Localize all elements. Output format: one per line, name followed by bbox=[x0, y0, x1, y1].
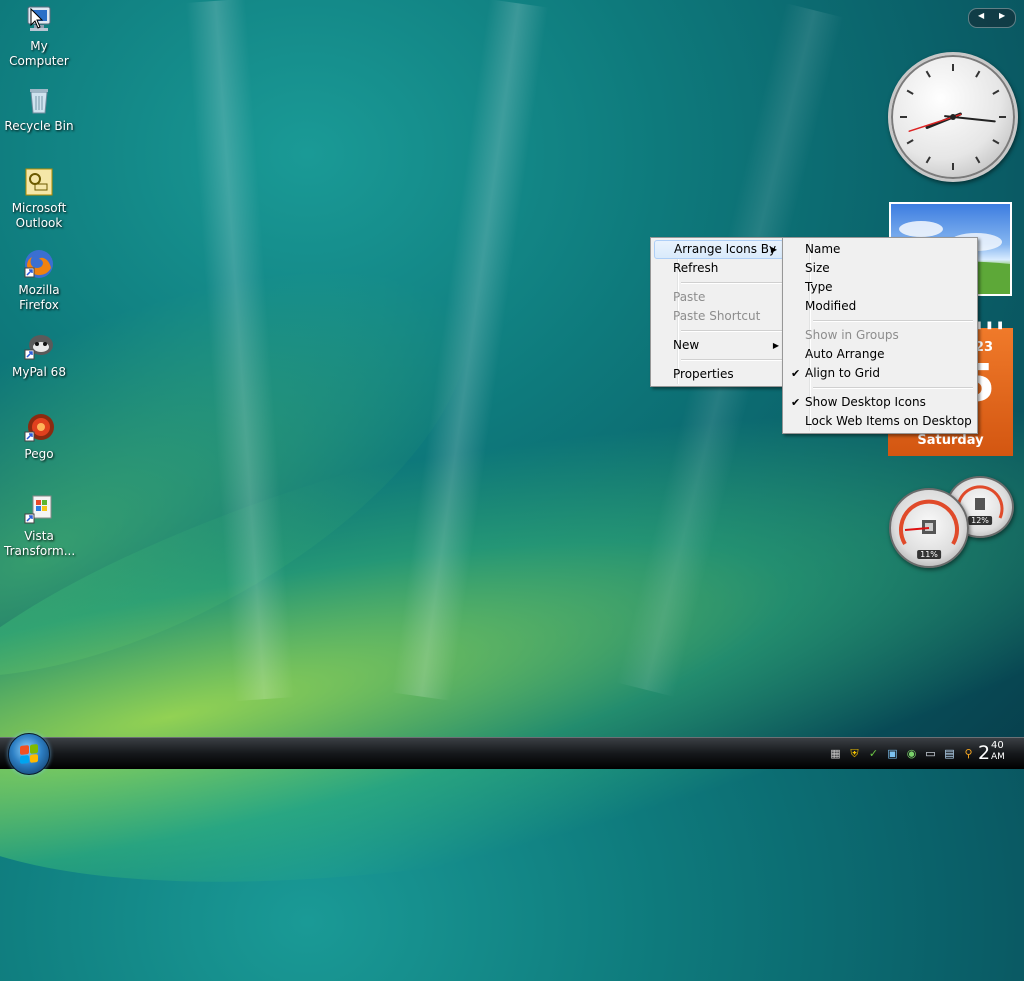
clock-tick bbox=[975, 70, 981, 78]
menu-item-label: Auto Arrange bbox=[805, 347, 885, 361]
menu-item-label: New bbox=[673, 338, 700, 352]
menu-separator bbox=[681, 330, 783, 332]
outlook-icon bbox=[23, 166, 55, 198]
menu-item-label: Type bbox=[805, 280, 833, 294]
menu-item-label: Paste bbox=[673, 290, 706, 304]
menu-item-label: Refresh bbox=[673, 261, 719, 275]
menu-item-paste-shortcut: Paste Shortcut bbox=[653, 307, 785, 326]
menu-item-paste: Paste bbox=[653, 288, 785, 307]
calendar-rings: ▮ ▮ ▮ bbox=[976, 320, 1004, 331]
desktop-icon-label: Microsoft Outlook bbox=[11, 201, 67, 230]
clock-tick bbox=[975, 156, 981, 164]
desktop-icon-label: Pego bbox=[24, 447, 54, 461]
recycle-bin-icon bbox=[23, 84, 55, 116]
arrange-icons-submenu: Name Size Type Modified Show in Groups A… bbox=[782, 237, 978, 434]
menu-item-label: Paste Shortcut bbox=[673, 309, 761, 323]
submenu-item-auto-arrange[interactable]: Auto Arrange bbox=[785, 345, 975, 364]
submenu-item-size[interactable]: Size bbox=[785, 259, 975, 278]
menu-item-refresh[interactable]: Refresh bbox=[653, 259, 785, 278]
taskbar-clock[interactable]: 2 40 AM bbox=[978, 741, 1005, 765]
network-icon[interactable]: ▣ bbox=[885, 746, 900, 761]
firefox-icon bbox=[23, 248, 55, 280]
cpu-percent: 11% bbox=[917, 550, 941, 559]
memory-percent: 12% bbox=[968, 516, 992, 525]
submenu-item-modified[interactable]: Modified bbox=[785, 297, 975, 316]
menu-item-label: Modified bbox=[805, 299, 857, 313]
calendar-weekday: Saturday bbox=[917, 433, 984, 448]
menu-item-properties[interactable]: Properties bbox=[653, 365, 785, 384]
submenu-item-show-in-groups: Show in Groups bbox=[785, 326, 975, 345]
submenu-arrow-icon: ▶ bbox=[770, 245, 777, 254]
clock-hour: 2 bbox=[978, 742, 991, 764]
clock-gadget[interactable] bbox=[888, 52, 1018, 182]
clock-tick bbox=[992, 89, 1000, 95]
menu-item-new[interactable]: New ▶ bbox=[653, 336, 785, 355]
sidebar-navigation[interactable]: ◀ ▶ bbox=[968, 8, 1016, 28]
submenu-item-name[interactable]: Name bbox=[785, 240, 975, 259]
update-icon[interactable]: ✓ bbox=[866, 746, 881, 761]
desktop-icon-label: MyPal 68 bbox=[12, 365, 66, 379]
show-hidden-icon[interactable]: ▦ bbox=[828, 746, 843, 761]
desktop-icon-label: My Computer bbox=[9, 39, 69, 68]
volume-icon[interactable]: ▤ bbox=[942, 746, 957, 761]
desktop-icon-label: Recycle Bin bbox=[4, 119, 74, 133]
menu-item-label: Arrange Icons By bbox=[674, 242, 777, 256]
desktop-icon-label: Mozilla Firefox bbox=[18, 283, 60, 312]
menu-item-label: Properties bbox=[673, 367, 734, 381]
desktop-icon-pego[interactable]: Pego bbox=[0, 412, 78, 462]
clock-center bbox=[950, 114, 956, 120]
cpu-meter[interactable]: 11% bbox=[889, 488, 969, 568]
menu-separator bbox=[681, 282, 783, 284]
clock-tick bbox=[992, 139, 1000, 145]
menu-item-label: Show Desktop Icons bbox=[805, 395, 926, 409]
clock-tick bbox=[906, 139, 914, 145]
system-tray: ▦ ⛨ ✓ ▣ ◉ ▭ ▤ ⚲ bbox=[828, 741, 976, 765]
menu-item-label: Lock Web Items on Desktop bbox=[805, 414, 972, 428]
submenu-item-lock-web-items[interactable]: Lock Web Items on Desktop bbox=[785, 412, 975, 431]
clock-face bbox=[900, 64, 1006, 170]
desktop-icon-microsoft-outlook[interactable]: Microsoft Outlook bbox=[0, 166, 78, 231]
mypal-icon bbox=[23, 330, 55, 362]
menu-separator bbox=[681, 359, 783, 361]
security-shield-icon[interactable]: ⛨ bbox=[847, 746, 862, 761]
checkmark-icon: ✔ bbox=[791, 367, 801, 380]
menu-item-label: Show in Groups bbox=[805, 328, 899, 342]
windows-logo-icon bbox=[20, 744, 38, 764]
desktop-icon-label: Vista Transform... bbox=[4, 529, 76, 558]
submenu-item-type[interactable]: Type bbox=[785, 278, 975, 297]
submenu-item-align-to-grid[interactable]: ✔ Align to Grid bbox=[785, 364, 975, 383]
clock-tick bbox=[925, 70, 931, 78]
sidebar-prev-icon[interactable]: ◀ bbox=[978, 11, 984, 20]
submenu-item-show-desktop-icons[interactable]: ✔ Show Desktop Icons bbox=[785, 393, 975, 412]
start-button[interactable] bbox=[8, 733, 50, 775]
clock-minute: 40 bbox=[991, 740, 1004, 751]
pego-icon bbox=[23, 412, 55, 444]
clock-tick bbox=[906, 89, 914, 95]
menu-item-label: Size bbox=[805, 261, 830, 275]
menu-item-label: Name bbox=[805, 242, 841, 256]
display-icon[interactable]: ▭ bbox=[923, 746, 938, 761]
sync-icon[interactable]: ◉ bbox=[904, 746, 919, 761]
checkmark-icon: ✔ bbox=[791, 396, 801, 409]
desktop-icon-mypal-68[interactable]: MyPal 68 bbox=[0, 330, 78, 380]
sidebar-next-icon[interactable]: ▶ bbox=[999, 11, 1005, 20]
desktop-icon-mozilla-firefox[interactable]: Mozilla Firefox bbox=[0, 248, 78, 313]
desktop-icon-vista-transform[interactable]: Vista Transform... bbox=[0, 494, 78, 559]
menu-separator bbox=[813, 320, 973, 322]
desktop-context-menu: Arrange Icons By ▶ Refresh Paste Paste S… bbox=[650, 237, 788, 387]
menu-separator bbox=[813, 387, 973, 389]
search-icon[interactable]: ⚲ bbox=[961, 746, 976, 761]
vista-transform-icon bbox=[23, 494, 55, 526]
desktop-icon-recycle-bin[interactable]: Recycle Bin bbox=[0, 84, 78, 134]
menu-item-arrange-icons-by[interactable]: Arrange Icons By ▶ bbox=[654, 240, 784, 259]
mouse-cursor-icon bbox=[30, 7, 44, 33]
menu-item-label: Align to Grid bbox=[805, 366, 880, 380]
clock-tick bbox=[925, 156, 931, 164]
clock-ampm: AM bbox=[991, 752, 1005, 762]
submenu-arrow-icon: ▶ bbox=[772, 341, 779, 350]
